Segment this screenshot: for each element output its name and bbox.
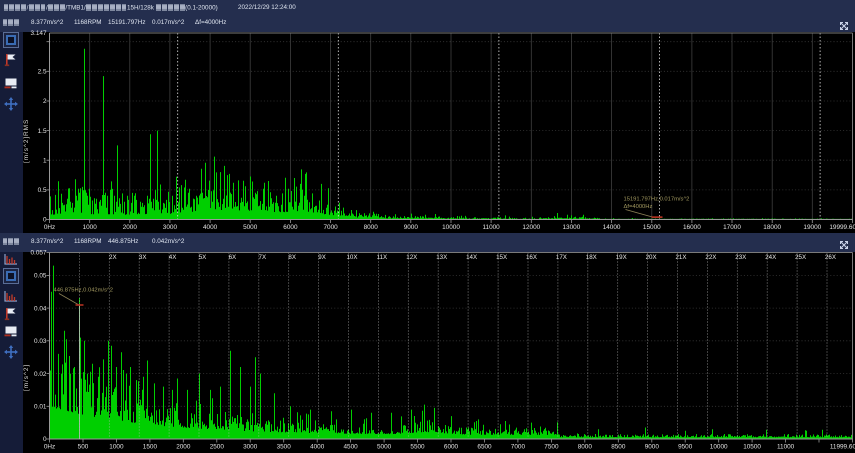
svg-text:1500: 1500 [143,444,158,451]
svg-text:4500: 4500 [343,444,358,451]
svg-text:9000: 9000 [404,224,419,231]
svg-text:7000: 7000 [323,224,338,231]
svg-text:12X: 12X [406,254,417,261]
svg-text:1: 1 [43,157,47,164]
svg-text:7500: 7500 [544,444,559,451]
svg-text:0Hz: 0Hz [44,224,55,231]
svg-text:9X: 9X [318,254,326,261]
svg-text:0.5: 0.5 [38,187,47,194]
svg-text:6000: 6000 [283,224,298,231]
svg-text:2.5: 2.5 [38,69,47,76]
svg-text:11000: 11000 [482,224,500,231]
svg-text:7X: 7X [259,254,267,261]
svg-text:11X: 11X [377,254,388,261]
svg-text:5500: 5500 [410,444,425,451]
svg-text:25X: 25X [795,254,806,261]
svg-text:10500: 10500 [743,444,761,451]
svg-text:0.01: 0.01 [34,404,47,411]
svg-text:4000: 4000 [310,444,325,451]
svg-text:2X: 2X [109,254,117,261]
svg-text:0.04: 0.04 [34,305,47,312]
svg-text:Δf=4000Hz: Δf=4000Hz [624,204,653,210]
svg-text:15191.797Hz,0.017m/s^2: 15191.797Hz,0.017m/s^2 [624,197,690,203]
svg-text:3500: 3500 [277,444,292,451]
svg-text:18X: 18X [586,254,597,261]
svg-text:6500: 6500 [477,444,492,451]
svg-text:2000: 2000 [123,224,138,231]
svg-text:8000: 8000 [578,444,593,451]
svg-text:3000: 3000 [163,224,178,231]
svg-text:1000: 1000 [109,444,124,451]
svg-text:9500: 9500 [678,444,693,451]
svg-text:6X: 6X [229,254,237,261]
svg-text:5000: 5000 [243,224,258,231]
svg-text:13X: 13X [436,254,447,261]
svg-text:0: 0 [43,217,47,224]
svg-text:11999.60: 11999.60 [830,444,855,451]
svg-text:4000: 4000 [203,224,218,231]
svg-text:0.03: 0.03 [34,338,47,345]
svg-text:8500: 8500 [611,444,626,451]
svg-text:0.02: 0.02 [34,371,47,378]
svg-text:23X: 23X [735,254,746,261]
svg-text:500: 500 [78,444,89,451]
svg-text:3X: 3X [139,254,147,261]
svg-text:4X: 4X [169,254,177,261]
svg-text:10000: 10000 [710,444,728,451]
svg-text:9000: 9000 [645,444,660,451]
svg-text:2: 2 [43,98,47,105]
svg-text:21X: 21X [675,254,686,261]
svg-text:10X: 10X [346,254,357,261]
svg-text:7000: 7000 [511,444,526,451]
svg-text:16000: 16000 [683,224,701,231]
svg-text:22X: 22X [705,254,716,261]
svg-text:24X: 24X [765,254,776,261]
svg-text:26X: 26X [825,254,836,261]
svg-text:19X: 19X [616,254,627,261]
svg-text:10000: 10000 [442,224,460,231]
svg-text:8X: 8X [288,254,296,261]
svg-text:17000: 17000 [723,224,741,231]
svg-text:15000: 15000 [643,224,661,231]
svg-text:17X: 17X [556,254,567,261]
svg-text:0.05: 0.05 [34,273,47,280]
svg-text:15X: 15X [496,254,507,261]
svg-text:446.875Hz,0.042m/s^2: 446.875Hz,0.042m/s^2 [54,288,113,294]
svg-text:2500: 2500 [210,444,225,451]
svg-text:12000: 12000 [522,224,540,231]
svg-text:3000: 3000 [243,444,258,451]
svg-text:19999.60: 19999.60 [829,224,855,231]
svg-text:0Hz: 0Hz [44,444,55,451]
svg-text:18000: 18000 [763,224,781,231]
svg-text:1000: 1000 [83,224,98,231]
svg-text:0: 0 [43,436,47,443]
svg-text:13000: 13000 [563,224,581,231]
svg-text:1.5: 1.5 [38,128,47,135]
svg-text:11000: 11000 [777,444,795,451]
svg-text:2000: 2000 [176,444,191,451]
svg-text:20X: 20X [646,254,657,261]
svg-text:5X: 5X [199,254,207,261]
svg-text:19000: 19000 [803,224,821,231]
svg-text:6000: 6000 [444,444,459,451]
svg-text:14000: 14000 [603,224,621,231]
svg-text:5000: 5000 [377,444,392,451]
svg-text:14X: 14X [466,254,477,261]
svg-text:16X: 16X [526,254,537,261]
svg-text:8000: 8000 [364,224,379,231]
svg-text:3.147: 3.147 [31,30,47,37]
svg-text:0.057: 0.057 [31,250,47,257]
